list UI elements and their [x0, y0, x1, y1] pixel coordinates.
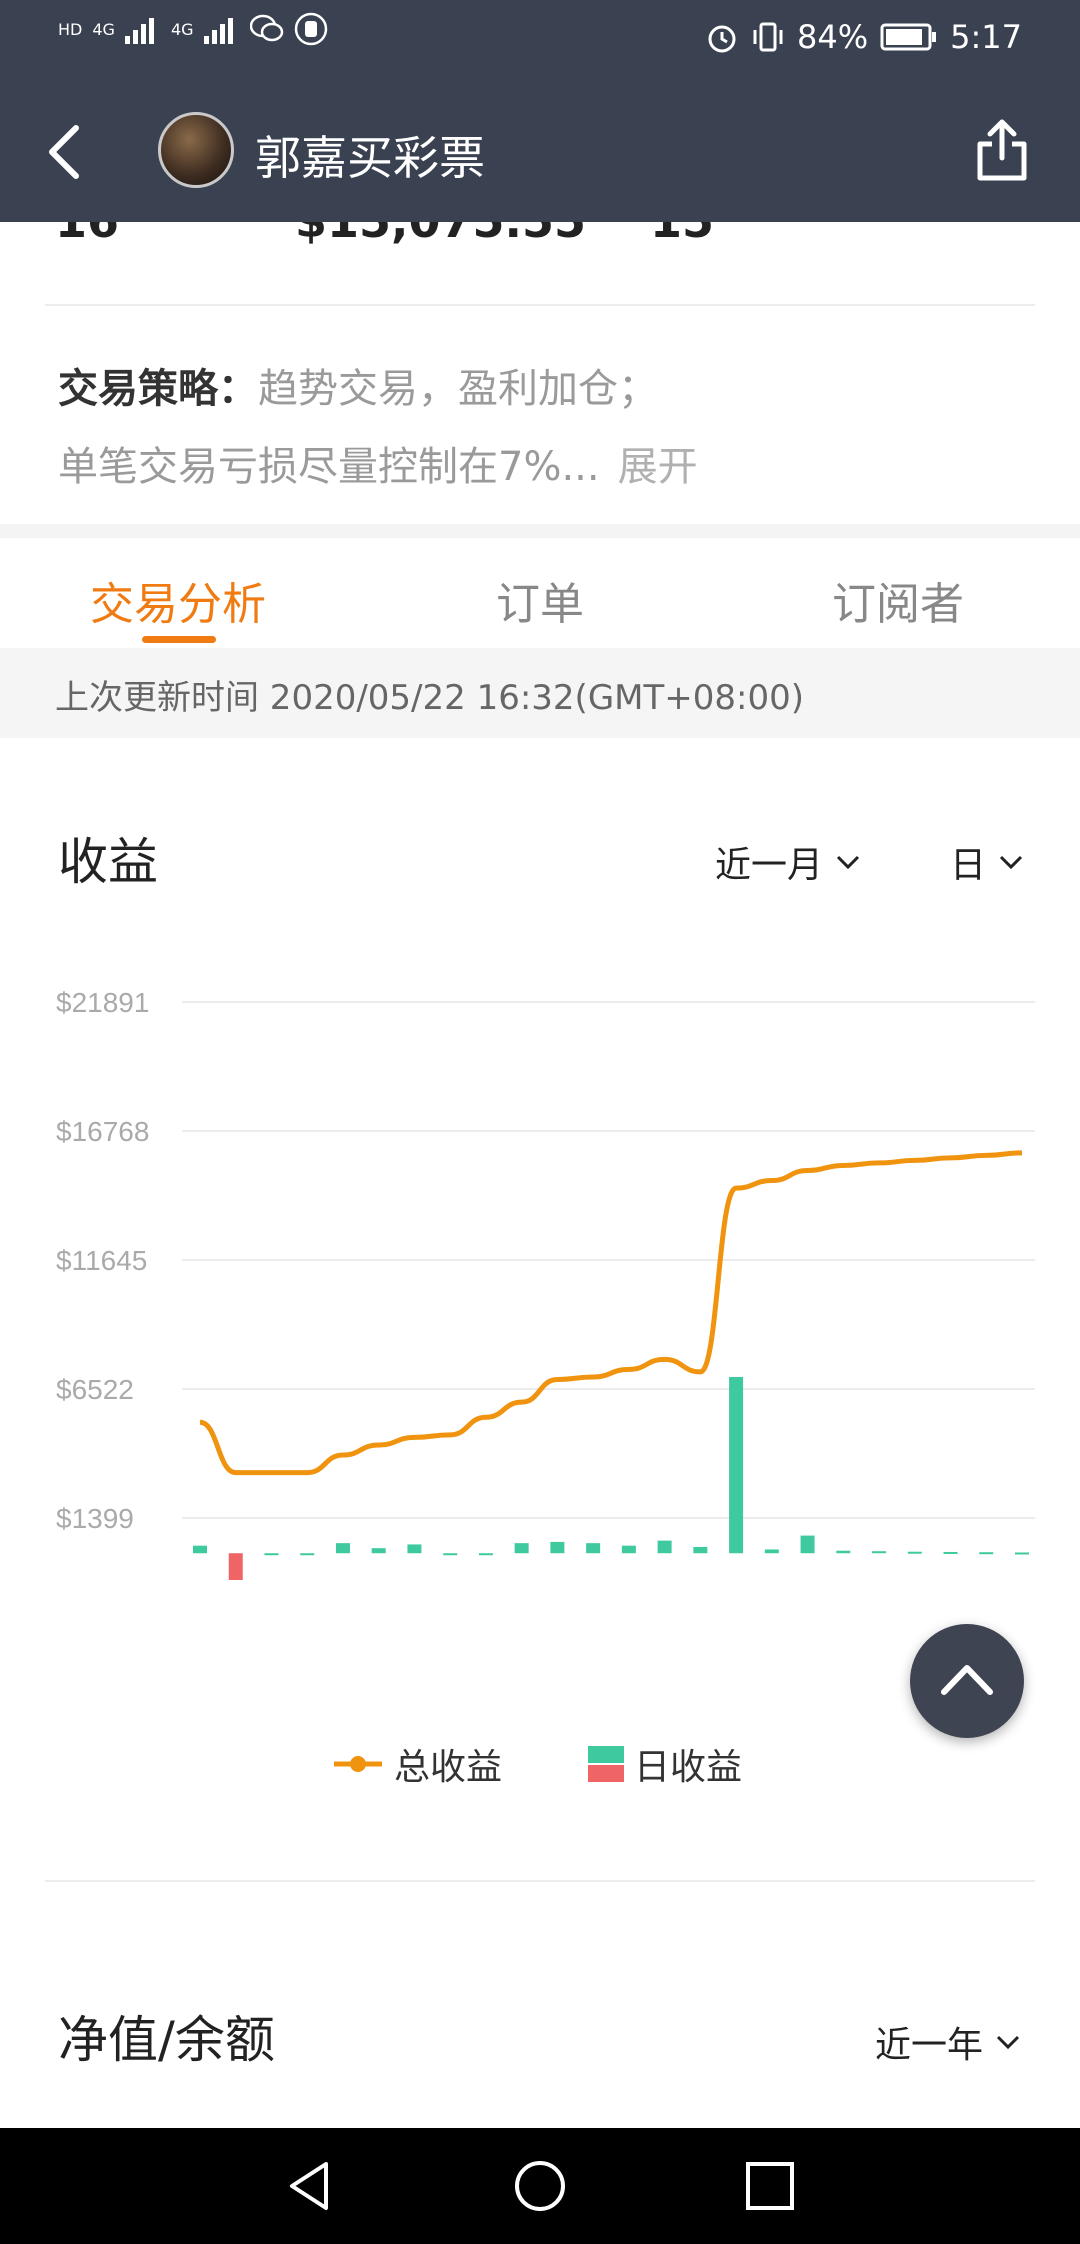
top-navigation-bar: 郭嘉买彩票 [0, 80, 1080, 222]
alarm-icon [708, 25, 736, 53]
y-tick-label: $11645 [56, 1245, 147, 1276]
legend-total-label: 总收益 [394, 1747, 503, 1788]
tab-trade-analysis[interactable]: 交易分析 [90, 568, 266, 632]
daily-profit-bar [586, 1543, 601, 1554]
strategy-text-2: 单笔交易亏损尽量控制在7%... [58, 444, 600, 490]
strategy-text-1: 趋势交易，盈利加仓； [258, 366, 658, 412]
tab-bar: 交易分析 订单 订阅者 [0, 538, 1080, 648]
nav-home-icon[interactable] [512, 2158, 568, 2214]
strategy-line-1: 交易策略：趋势交易，盈利加仓； [58, 350, 698, 428]
wechat-icon [249, 14, 283, 42]
daily-profit-bar [514, 1543, 529, 1554]
status-bar: HD 4G 4G 84% 5:17 [0, 0, 1080, 80]
chevron-down-icon [836, 855, 860, 870]
net-value-range-label: 近一年 [875, 2025, 984, 2066]
granularity-selector-label: 日 [950, 845, 987, 886]
active-tab-indicator [142, 636, 216, 643]
daily-profit-bar [836, 1550, 851, 1554]
y-tick-label: $1399 [56, 1503, 134, 1534]
chevron-down-icon [999, 855, 1023, 870]
battery-percent: 84% [797, 18, 869, 56]
y-tick-label: $21891 [56, 987, 149, 1018]
last-update-text: 上次更新时间 2020/05/22 16:32(GMT+08:00) [55, 678, 805, 718]
trading-strategy: 交易策略：趋势交易，盈利加仓； 单笔交易亏损尽量控制在7%... 展开 [58, 350, 698, 506]
net-value-range-selector[interactable]: 近一年 [875, 2016, 1021, 2068]
signal-icon [124, 18, 154, 44]
daily-profit-bar [764, 1549, 779, 1554]
strategy-label: 交易策略： [58, 366, 258, 412]
share-icon[interactable] [974, 118, 1030, 182]
daily-profit-bar [443, 1553, 458, 1556]
status-right-indicators: 84% 5:17 [705, 18, 1022, 56]
signal-icon-2 [203, 18, 233, 44]
legend-daily[interactable]: 日收益 [588, 1738, 742, 1790]
scroll-to-top-button[interactable] [910, 1624, 1024, 1738]
notification-icon [294, 12, 327, 46]
chevron-down-icon [996, 2035, 1020, 2050]
scroll-content[interactable]: 16 $15,075.55 15 交易策略：趋势交易，盈利加仓； 单笔交易亏损尽… [0, 222, 1080, 2128]
avatar[interactable] [158, 112, 234, 188]
daily-profit-bar [335, 1543, 350, 1554]
page-title: 郭嘉买彩票 [255, 131, 485, 185]
divider [45, 304, 1035, 306]
back-icon[interactable] [40, 122, 90, 182]
daily-profit-bar [228, 1553, 243, 1580]
daily-profit-bar [1015, 1552, 1029, 1555]
summary-value-3: 15 [650, 222, 714, 248]
summary-value-1: 16 [55, 222, 119, 248]
granularity-selector[interactable]: 日 [950, 836, 1024, 888]
chart-legend: 总收益 日收益 [0, 1738, 1080, 1798]
summary-value-2: $15,075.55 [295, 222, 586, 248]
daily-profit-bar [621, 1545, 636, 1554]
profit-chart[interactable]: $21891$16768$11645$6522$1399-$372420/06/… [0, 940, 1080, 1580]
daily-profit-bar [550, 1541, 565, 1554]
expand-link[interactable]: 展开 [618, 444, 698, 490]
bar-legend-icon [588, 1746, 624, 1782]
range-selector-label: 近一月 [715, 845, 824, 886]
nav-back-icon[interactable] [282, 2158, 338, 2214]
tab-subscribers[interactable]: 订阅者 [832, 568, 964, 632]
legend-daily-label: 日收益 [634, 1747, 743, 1788]
system-navigation-bar [0, 2128, 1080, 2244]
y-tick-label: $16768 [56, 1116, 149, 1147]
section-gap [0, 524, 1080, 538]
net-value-section-title: 净值/余额 [58, 2011, 275, 2069]
profit-section-title: 收益 [58, 833, 158, 891]
legend-total[interactable]: 总收益 [332, 1738, 502, 1790]
daily-profit-bar [729, 1376, 744, 1554]
network-4g-indicator-2: 4G [170, 19, 194, 39]
y-tick-label: $6522 [56, 1374, 134, 1405]
line-legend-icon [334, 1756, 382, 1772]
daily-profit-bar [371, 1548, 386, 1554]
status-left-indicators: HD 4G 4G [58, 12, 328, 46]
total-profit-line [199, 1150, 1023, 1476]
hd-indicator-1: HD [58, 19, 83, 39]
chevron-up-icon [941, 1665, 993, 1695]
daily-profit-bar [300, 1553, 315, 1556]
daily-profit-bar [657, 1540, 672, 1554]
nav-recents-icon[interactable] [742, 2158, 798, 2214]
summary-row-cut: 16 $15,075.55 15 [55, 222, 1055, 254]
daily-profit-bar [264, 1553, 279, 1556]
range-selector[interactable]: 近一月 [715, 836, 861, 888]
network-4g-indicator: 4G [92, 19, 115, 39]
last-update-bar: 上次更新时间 2020/05/22 16:32(GMT+08:00) [0, 648, 1080, 738]
daily-profit-bar [979, 1552, 994, 1555]
clock-time: 5:17 [950, 18, 1022, 56]
battery-icon [880, 23, 937, 51]
daily-profit-bar [872, 1551, 887, 1554]
daily-profit-bar [943, 1551, 958, 1554]
daily-profit-bar [193, 1545, 207, 1554]
daily-profit-bar [407, 1544, 422, 1554]
daily-profit-bar [478, 1553, 493, 1556]
tab-orders[interactable]: 订单 [496, 568, 584, 632]
strategy-line-2: 单笔交易亏损尽量控制在7%... 展开 [58, 428, 698, 506]
daily-profit-bar [800, 1535, 815, 1554]
daily-profit-bar [907, 1551, 922, 1554]
vibrate-icon [753, 22, 783, 52]
daily-profit-bar [693, 1546, 708, 1554]
divider [45, 1880, 1035, 1882]
